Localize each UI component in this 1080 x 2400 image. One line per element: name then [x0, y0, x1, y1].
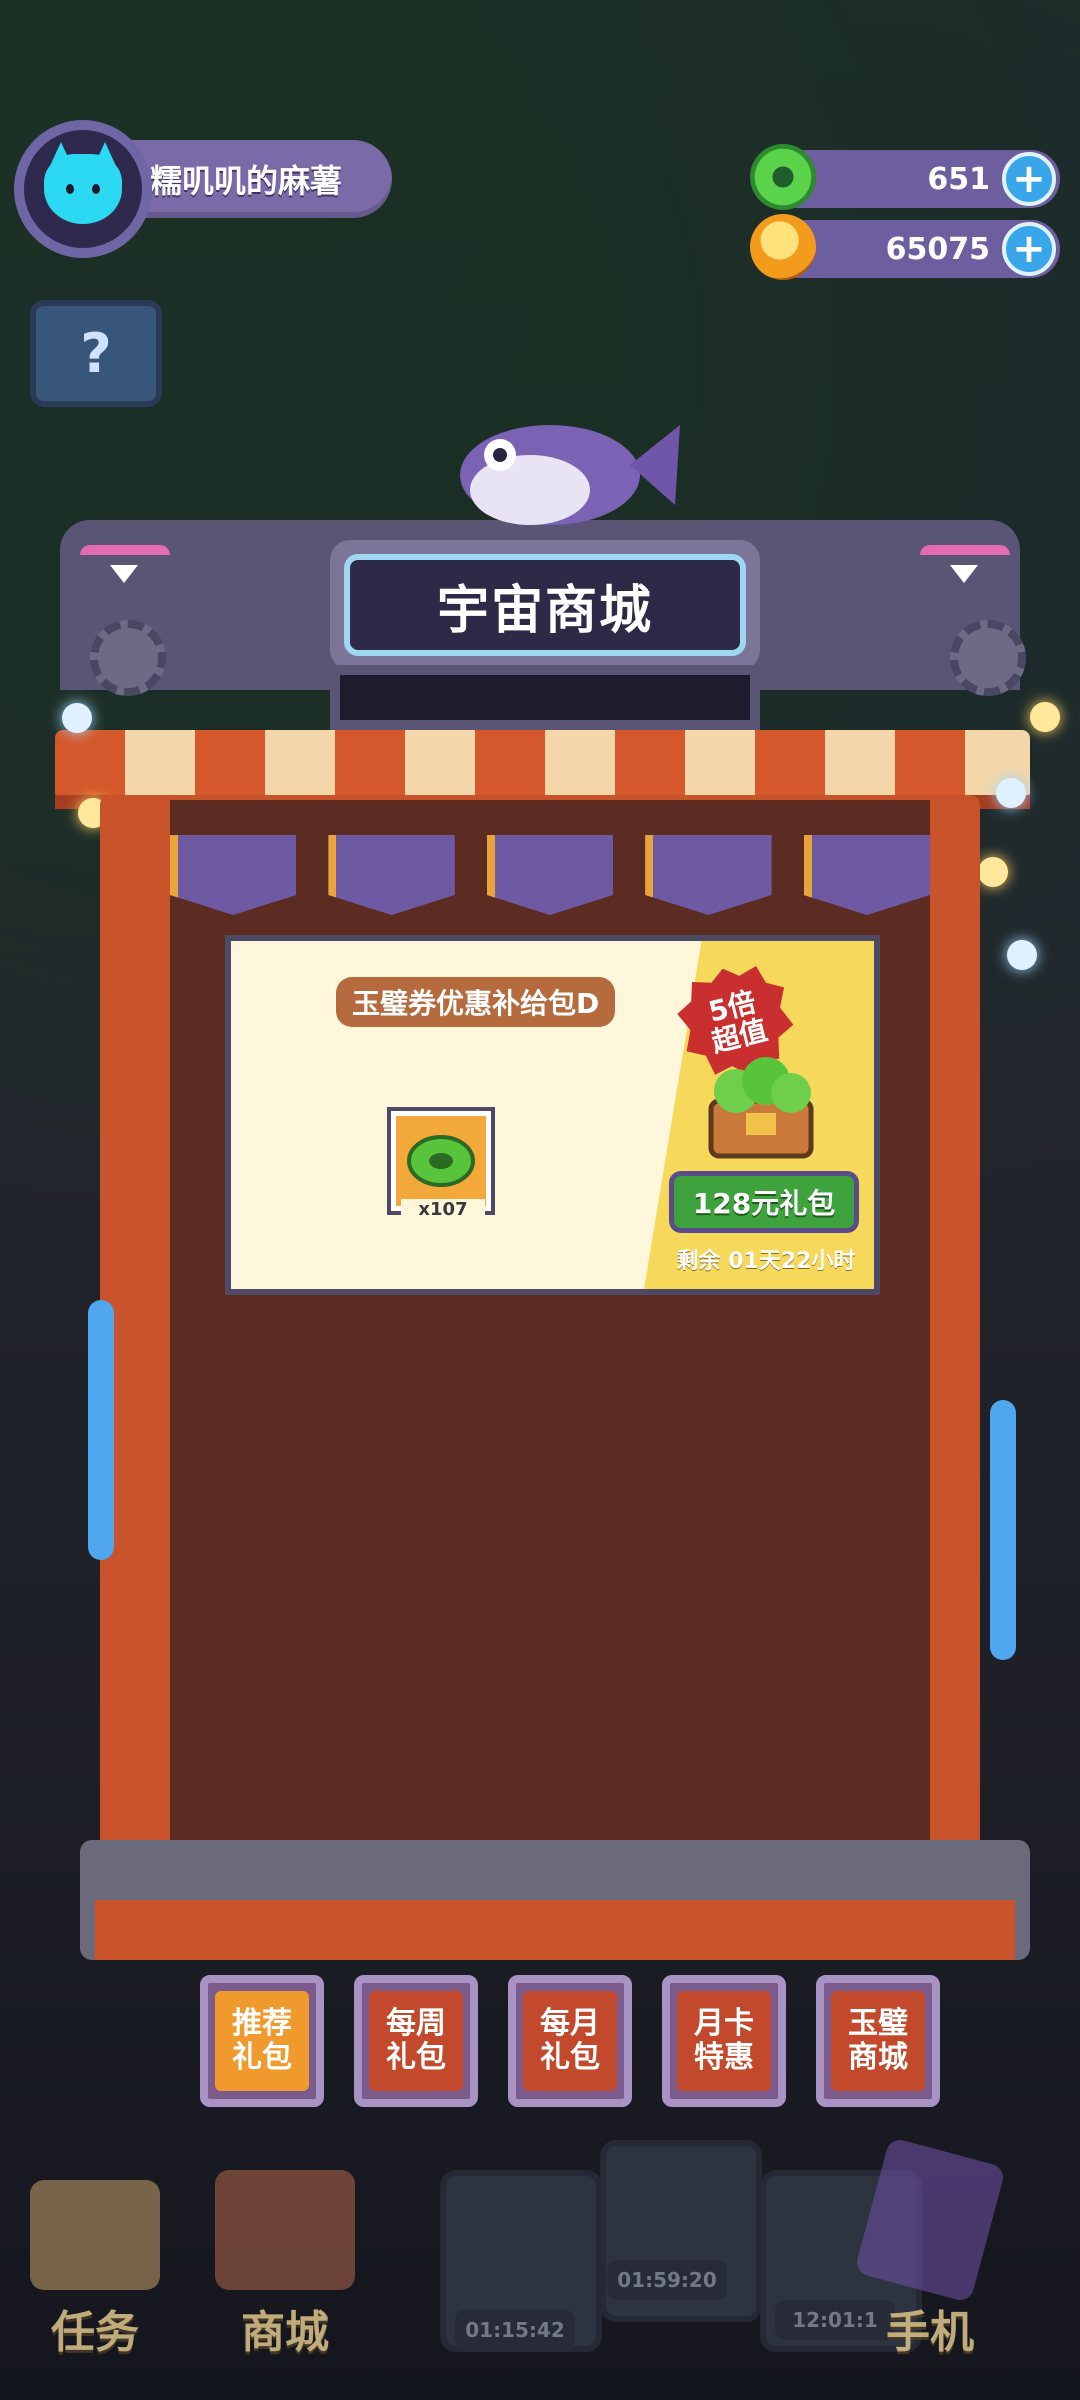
- tab-monthly[interactable]: 每月 礼包: [508, 1975, 632, 2107]
- nav-shop[interactable]: 商城: [215, 2170, 355, 2360]
- jade-ticket-icon: [407, 1135, 475, 1187]
- light-bulb-icon: [1030, 702, 1060, 732]
- add-jade-button[interactable]: +: [1002, 152, 1056, 206]
- light-bulb-icon: [996, 778, 1026, 808]
- lamp-icon: [920, 545, 1010, 615]
- player-name: 糯叽叽的麻薯: [150, 162, 343, 200]
- buy-button[interactable]: 128元礼包: [669, 1171, 859, 1233]
- jade-amount: 651: [927, 161, 990, 197]
- bunting-flags: [169, 835, 931, 915]
- gear-icon: [90, 620, 166, 696]
- avatar[interactable]: [14, 120, 152, 258]
- striped-awning: [55, 730, 1030, 800]
- tab-recommended[interactable]: 推荐 礼包: [200, 1975, 324, 2107]
- light-bulb-icon: [1007, 940, 1037, 970]
- tab-weekly[interactable]: 每周 礼包: [354, 1975, 478, 2107]
- currency-jade: 651 +: [750, 144, 1060, 210]
- jade-ticket-icon: [750, 144, 816, 210]
- cat-avatar-icon: [44, 154, 122, 224]
- light-bulb-icon: [62, 703, 92, 733]
- nav-tasks[interactable]: 任务: [30, 2180, 160, 2360]
- treasure-chest-icon: [708, 1057, 814, 1159]
- shop-sign: 宇宙商城: [330, 540, 760, 670]
- add-coin-button[interactable]: +: [1002, 222, 1056, 276]
- lamp-icon: [80, 545, 170, 615]
- currency-coin: 65075 +: [750, 214, 1060, 280]
- jade-ticket-item[interactable]: [391, 1111, 491, 1211]
- light-bulb-icon: [978, 857, 1008, 887]
- shop-category-tabs: 推荐 礼包 每周 礼包 每月 礼包 月卡 特惠 玉璧 商城: [200, 1975, 940, 2115]
- mystery-box-button[interactable]: ?: [30, 300, 162, 407]
- bottom-navigation: 任务 商城 手机: [0, 2130, 1080, 2400]
- gear-icon: [950, 620, 1026, 696]
- left-tube: [88, 1300, 114, 1560]
- offer-title: 玉璧券优惠补给包D: [336, 977, 616, 1027]
- offer-card[interactable]: 玉璧券优惠补给包D x107 5倍 超值 128元礼包 剩余 01天22小时: [225, 935, 880, 1295]
- gold-coin-icon: [750, 214, 816, 280]
- player-profile[interactable]: 糯叽叽的麻薯: [14, 120, 392, 258]
- task-book-icon: [30, 2180, 160, 2290]
- tab-jade-shop[interactable]: 玉璧 商城: [816, 1975, 940, 2107]
- cabinet-base-trim: [95, 1900, 1015, 1960]
- shop-house-icon: [215, 2170, 355, 2290]
- sign-base: [330, 665, 760, 730]
- nav-phone[interactable]: 手机: [853, 2136, 1007, 2360]
- right-tube: [990, 1400, 1016, 1660]
- coin-amount: 65075: [885, 231, 990, 267]
- time-remaining: 剩余 01天22小时: [676, 1249, 856, 1274]
- fish-mascot-icon: [460, 425, 680, 525]
- tab-monthly-card[interactable]: 月卡 特惠: [662, 1975, 786, 2107]
- item-count: x107: [401, 1199, 485, 1220]
- shop-title: 宇宙商城: [344, 554, 746, 656]
- phone-icon: [853, 2136, 1007, 2304]
